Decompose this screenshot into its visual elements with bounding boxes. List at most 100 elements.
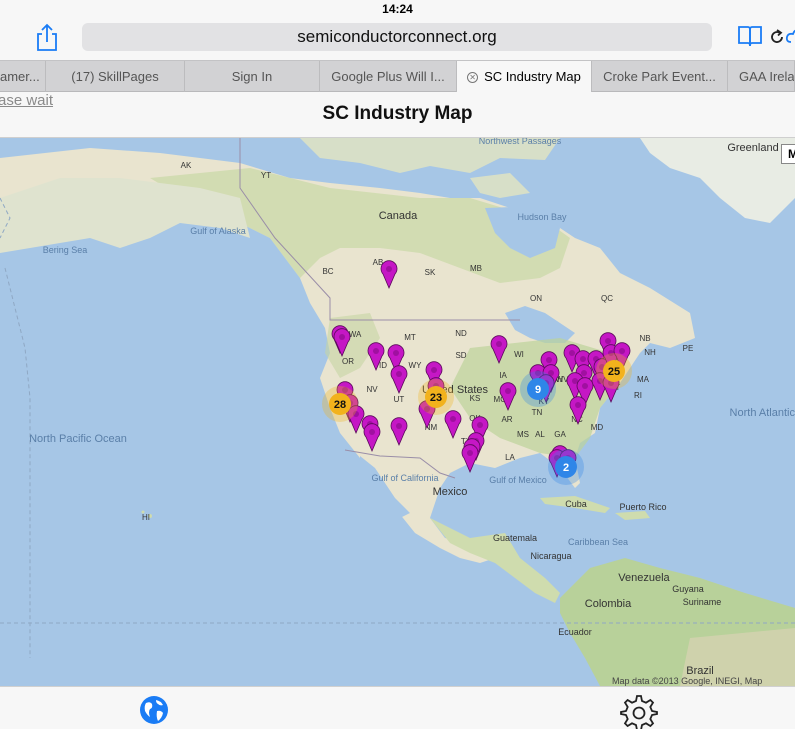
map-type-button[interactable]: M — [781, 144, 795, 164]
cloud-tabs-button[interactable] — [785, 24, 795, 48]
label-greenland: Greenland — [727, 142, 778, 154]
label-al: AL — [535, 430, 545, 439]
cloud-icon — [785, 29, 795, 43]
label-nb: NB — [639, 334, 650, 343]
globe-button[interactable] — [139, 695, 169, 725]
pin-dot — [575, 402, 581, 408]
label-ia: IA — [499, 371, 507, 380]
pin-dot — [386, 266, 392, 272]
tab-0[interactable]: amer... — [0, 61, 46, 92]
page-header: ase wait SC Industry Map — [0, 92, 795, 138]
gear-icon — [620, 695, 658, 729]
label-canada: Canada — [379, 210, 418, 222]
reload-button[interactable] — [768, 28, 786, 46]
location-pin-marker[interactable] — [461, 444, 479, 474]
tab-label: amer... — [0, 69, 40, 84]
label-pe: PE — [683, 344, 694, 353]
label-ak: AK — [181, 161, 192, 170]
share-button[interactable] — [34, 22, 60, 52]
tab-skillpages[interactable]: (17) SkillPages — [46, 61, 185, 92]
tab-strip: amer... (17) SkillPages Sign In Google P… — [0, 60, 795, 92]
label-la: LA — [505, 453, 515, 462]
tab-label: SC Industry Map — [484, 69, 581, 84]
pin-dot — [393, 350, 399, 356]
label-mexico: Mexico — [433, 486, 468, 498]
label-yt: YT — [261, 171, 271, 180]
label-ri: RI — [634, 391, 642, 400]
label-or: OR — [342, 357, 354, 366]
industry-map[interactable]: Greenland Canada United States Mexico Gu… — [0, 138, 795, 686]
label-qc: QC — [601, 294, 613, 303]
label-ar: AR — [501, 415, 512, 424]
cluster-marker[interactable]: 9 — [520, 371, 556, 407]
status-time: 14:24 — [382, 2, 413, 16]
cluster-marker[interactable]: 2 — [548, 449, 584, 485]
settings-button[interactable] — [620, 693, 658, 729]
label-ks: KS — [470, 394, 481, 403]
address-bar[interactable]: semiconductorconnect.org — [82, 23, 783, 51]
cluster-count: 2 — [563, 462, 569, 474]
tab-croke-park[interactable]: Croke Park Event... — [592, 61, 728, 92]
pin-dot — [605, 338, 611, 344]
label-nd: ND — [455, 329, 467, 338]
browser-nav-bar: ‹ semiconductorconnect.org — [0, 18, 795, 60]
globe-icon — [140, 696, 168, 724]
label-north-atlantic: North Atlantic Ocean — [730, 407, 795, 419]
cluster-marker[interactable]: 25 — [596, 353, 632, 389]
pin-dot — [339, 334, 345, 340]
book-icon — [738, 26, 762, 47]
pin-dot — [581, 370, 587, 376]
tab-sc-industry-map[interactable]: ✕ SC Industry Map — [457, 61, 592, 92]
dateline — [4, 267, 31, 658]
label-bc: BC — [322, 267, 333, 276]
cluster-marker[interactable]: 28 — [322, 386, 358, 422]
pin-dot — [396, 423, 402, 429]
map-canvas[interactable]: Greenland Canada United States Mexico Gu… — [0, 138, 795, 686]
cluster-count: 28 — [334, 399, 346, 411]
cluster-marker[interactable]: 23 — [418, 379, 454, 415]
label-north-pacific: North Pacific Ocean — [29, 433, 127, 445]
pin-dot — [582, 383, 588, 389]
label-suriname: Suriname — [683, 597, 722, 607]
label-ecuador: Ecuador — [558, 627, 592, 637]
page-title: SC Industry Map — [322, 103, 473, 124]
label-sk: SK — [425, 268, 436, 277]
back-arrow-icon[interactable]: ‹ — [0, 26, 10, 50]
hispaniola-island — [615, 511, 650, 520]
bookmarks-button[interactable] — [736, 24, 764, 48]
label-guyana: Guyana — [672, 584, 704, 594]
pin-dot — [431, 367, 437, 373]
tab-sign-in[interactable]: Sign In — [185, 61, 320, 92]
tab-gaa-ireland[interactable]: GAA Irelan — [728, 61, 795, 92]
pin-dot — [505, 388, 511, 394]
pin-dot — [373, 348, 379, 354]
label-wi: WI — [514, 350, 524, 359]
map-attribution: Map data ©2013 Google, INEGI, Map — [612, 676, 763, 686]
pin-dot — [580, 356, 586, 362]
label-id: ID — [379, 361, 387, 370]
label-tn: TN — [532, 408, 543, 417]
label-nicaragua: Nicaragua — [530, 551, 571, 561]
pin-dot — [619, 348, 625, 354]
label-puerto-rico: Puerto Rico — [619, 502, 666, 512]
tab-google-plus[interactable]: Google Plus Will I... — [320, 61, 457, 92]
pin-dot — [569, 350, 575, 356]
pin-dot — [450, 416, 456, 422]
label-guatemala: Guatemala — [493, 533, 537, 543]
label-venezuela: Venezuela — [618, 572, 670, 584]
label-hudson-bay: Hudson Bay — [517, 212, 567, 222]
label-bering-sea: Bering Sea — [43, 245, 88, 255]
tab-label: Sign In — [231, 69, 273, 84]
tab-label: GAA Irelan — [739, 69, 795, 84]
reload-icon — [771, 29, 783, 43]
label-gulf-of-mexico: Gulf of Mexico — [489, 475, 547, 485]
tab-label: Google Plus Will I... — [331, 69, 445, 84]
tab-label: (17) SkillPages — [71, 69, 159, 84]
tab-close-icon[interactable]: ✕ — [467, 72, 479, 84]
label-ga: GA — [554, 430, 566, 439]
label-caribbean-sea: Caribbean Sea — [568, 537, 628, 547]
label-hi: HI — [142, 513, 150, 522]
bottom-toolbar — [0, 686, 795, 729]
label-sd: SD — [455, 351, 466, 360]
label-nh: NH — [644, 348, 656, 357]
